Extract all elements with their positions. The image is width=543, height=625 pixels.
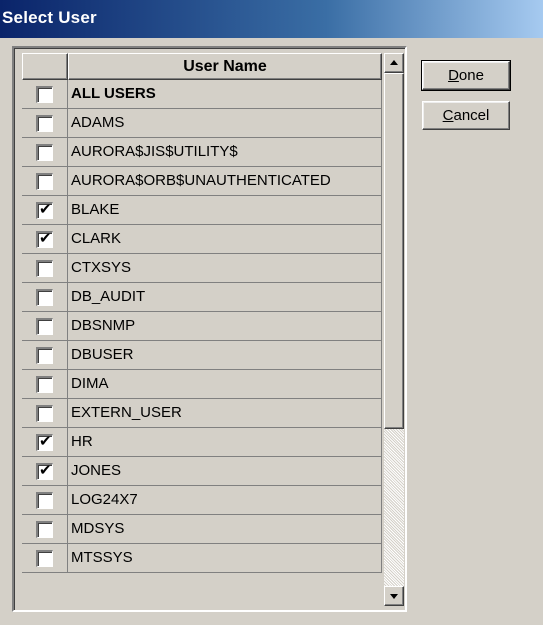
header-user-name[interactable]: User Name — [68, 53, 382, 80]
scroll-down-button[interactable] — [384, 586, 404, 606]
user-name-cell[interactable]: CLARK — [68, 225, 382, 254]
user-row[interactable]: LOG24X7 — [22, 486, 382, 515]
row-check-cell[interactable]: ✔ — [22, 457, 68, 486]
user-name-cell[interactable]: ALL USERS — [68, 80, 382, 109]
user-rows: ALL USERS ADAMS AURORA$JIS$UTILITY$ AURORA$… — [22, 80, 382, 573]
select-user-dialog: Select User User Name ALL USERS ADAMS AURO… — [0, 0, 543, 625]
user-checkbox[interactable] — [36, 115, 53, 132]
user-row[interactable]: DIMA — [22, 370, 382, 399]
user-row[interactable]: DBSNMP — [22, 312, 382, 341]
user-row[interactable]: ✔ CLARK — [22, 225, 382, 254]
user-checkbox[interactable] — [36, 550, 53, 567]
user-row[interactable]: ALL USERS — [22, 80, 382, 109]
row-check-cell[interactable]: ✔ — [22, 196, 68, 225]
done-button[interactable]: Done — [421, 60, 511, 91]
row-check-cell[interactable] — [22, 312, 68, 341]
user-name-cell[interactable]: CTXSYS — [68, 254, 382, 283]
user-name-cell[interactable]: HR — [68, 428, 382, 457]
row-check-cell[interactable] — [22, 80, 68, 109]
row-check-cell[interactable] — [22, 341, 68, 370]
user-name-cell[interactable]: DBUSER — [68, 341, 382, 370]
user-row[interactable]: ✔ HR — [22, 428, 382, 457]
user-row[interactable]: MDSYS — [22, 515, 382, 544]
user-grid: User Name ALL USERS ADAMS AURORA$JIS$UTILI… — [12, 46, 407, 612]
row-check-cell[interactable] — [22, 254, 68, 283]
row-check-cell[interactable] — [22, 399, 68, 428]
user-row[interactable]: ✔ BLAKE — [22, 196, 382, 225]
user-checkbox[interactable] — [36, 144, 53, 161]
user-name-cell[interactable]: LOG24X7 — [68, 486, 382, 515]
row-check-cell[interactable]: ✔ — [22, 225, 68, 254]
title-bar[interactable]: Select User — [0, 0, 543, 38]
user-row[interactable]: ADAMS — [22, 109, 382, 138]
user-name-cell[interactable]: DIMA — [68, 370, 382, 399]
row-check-cell[interactable] — [22, 515, 68, 544]
user-row[interactable]: AURORA$JIS$UTILITY$ — [22, 138, 382, 167]
row-check-cell[interactable] — [22, 544, 68, 573]
header-check-column[interactable] — [22, 53, 68, 80]
user-checkbox[interactable] — [36, 376, 53, 393]
user-checkbox[interactable] — [36, 405, 53, 422]
user-row[interactable]: ✔ JONES — [22, 457, 382, 486]
user-name-cell[interactable]: EXTERN_USER — [68, 399, 382, 428]
scrollbar-thumb[interactable] — [384, 73, 404, 429]
user-checkbox[interactable] — [36, 173, 53, 190]
done-label-rest: one — [458, 67, 484, 84]
cancel-accelerator: C — [442, 107, 454, 124]
user-checkbox[interactable]: ✔ — [36, 432, 53, 451]
user-checkbox[interactable]: ✔ — [36, 229, 53, 248]
dialog-title: Select User — [2, 8, 97, 27]
vertical-scrollbar[interactable] — [384, 53, 404, 606]
user-name-cell[interactable]: BLAKE — [68, 196, 382, 225]
row-check-cell[interactable] — [22, 486, 68, 515]
user-checkbox[interactable] — [36, 260, 53, 277]
user-checkbox[interactable] — [36, 347, 53, 364]
user-name-cell[interactable]: ADAMS — [68, 109, 382, 138]
user-checkbox[interactable] — [36, 289, 53, 306]
cancel-button[interactable]: Cancel — [422, 101, 510, 130]
user-name-cell[interactable]: JONES — [68, 457, 382, 486]
user-name-cell[interactable]: AURORA$ORB$UNAUTHENTICATED — [68, 167, 382, 196]
scroll-down-arrow-icon — [390, 594, 398, 599]
user-name-cell[interactable]: MTSSYS — [68, 544, 382, 573]
row-check-cell[interactable] — [22, 167, 68, 196]
user-row[interactable]: CTXSYS — [22, 254, 382, 283]
user-checkbox[interactable] — [36, 318, 53, 335]
user-name-cell[interactable]: MDSYS — [68, 515, 382, 544]
checkmark-icon: ✔ — [39, 200, 52, 218]
cancel-label-rest: ancel — [453, 107, 490, 124]
user-row[interactable]: MTSSYS — [22, 544, 382, 573]
user-name-cell[interactable]: AURORA$JIS$UTILITY$ — [68, 138, 382, 167]
row-check-cell[interactable] — [22, 283, 68, 312]
checkmark-icon: ✔ — [39, 229, 52, 247]
user-row[interactable]: EXTERN_USER — [22, 399, 382, 428]
user-checkbox[interactable] — [36, 492, 53, 509]
scroll-up-arrow-icon — [390, 60, 398, 65]
user-checkbox[interactable] — [36, 86, 53, 103]
user-checkbox[interactable] — [36, 521, 53, 538]
user-name-cell[interactable]: DBSNMP — [68, 312, 382, 341]
checkmark-icon: ✔ — [39, 432, 52, 450]
row-check-cell[interactable] — [22, 109, 68, 138]
user-row[interactable]: DB_AUDIT — [22, 283, 382, 312]
user-row[interactable]: DBUSER — [22, 341, 382, 370]
grid-header: User Name — [22, 53, 382, 80]
row-check-cell[interactable]: ✔ — [22, 428, 68, 457]
row-check-cell[interactable] — [22, 138, 68, 167]
user-checkbox[interactable]: ✔ — [36, 461, 53, 480]
row-check-cell[interactable] — [22, 370, 68, 399]
scroll-up-button[interactable] — [384, 53, 404, 73]
done-accelerator: D — [448, 67, 459, 84]
checkmark-icon: ✔ — [39, 461, 52, 479]
user-row[interactable]: AURORA$ORB$UNAUTHENTICATED — [22, 167, 382, 196]
user-checkbox[interactable]: ✔ — [36, 200, 53, 219]
user-name-cell[interactable]: DB_AUDIT — [68, 283, 382, 312]
